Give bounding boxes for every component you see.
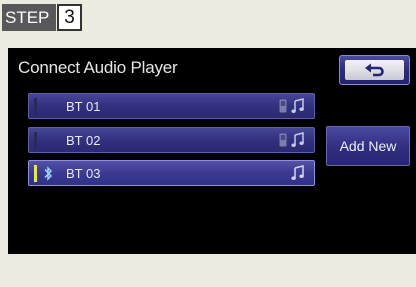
device-row-bt02[interactable]: BT 02 [28,127,315,153]
device-row-bt01[interactable]: BT 01 [28,93,315,119]
step-number: 3 [57,4,82,31]
bluetooth-icon [44,166,53,181]
return-arrow-icon [364,63,384,77]
music-icon [291,132,304,147]
back-button[interactable] [339,55,410,85]
screen-title: Connect Audio Player [18,58,178,77]
phone-icon [279,99,287,113]
device-name: BT 01 [66,99,101,114]
device-name: BT 02 [66,133,101,148]
step-label: STEP [2,4,56,31]
device-row-bt03[interactable]: BT 03 [28,160,315,186]
device-name: BT 03 [66,166,101,181]
back-button-face [345,60,404,80]
phone-icon [279,133,287,147]
connection-indicator [34,132,37,149]
music-icon [291,98,304,113]
music-icon [291,165,304,180]
connection-indicator [34,165,37,182]
display-screen: Connect Audio Player BT 01 BT 02 BT 03 A… [8,48,416,254]
connection-indicator [34,98,37,115]
step-badge: STEP 3 [2,4,82,31]
add-new-button[interactable]: Add New [326,126,410,166]
